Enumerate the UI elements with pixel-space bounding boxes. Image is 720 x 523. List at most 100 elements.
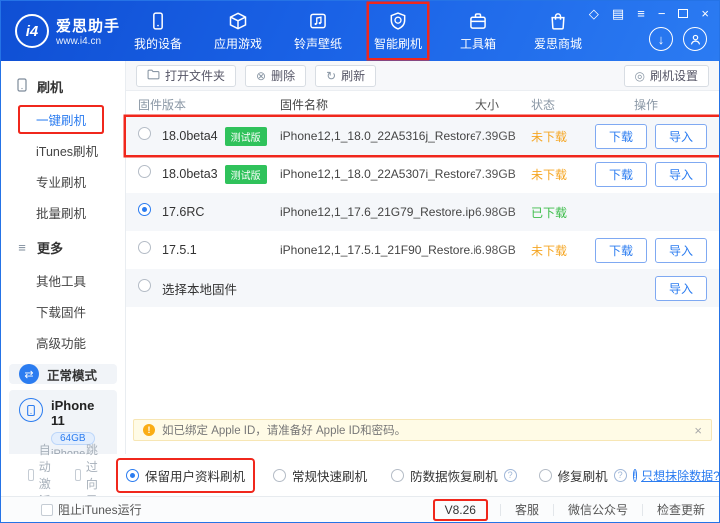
option-keep-user-data[interactable]: 保留用户资料刷机 (118, 460, 253, 491)
nav-label: 智能刷机 (374, 35, 422, 52)
firmware-row-17.6RC[interactable]: 17.6RC iPhone12,1_17.6_21G79_Restore.ips… (126, 193, 719, 231)
user-account-icon[interactable] (683, 27, 707, 51)
firmware-version: 18.0beta4 (162, 129, 218, 143)
help-icon[interactable]: ? (614, 469, 627, 482)
firmware-size: 7.39GB (475, 129, 531, 143)
sidebar-item-itunes-flash[interactable]: iTunes刷机 (1, 135, 125, 166)
open-folder-button[interactable]: 打开文件夹 (136, 65, 236, 87)
button-label: 刷机设置 (650, 67, 698, 84)
maximize-button[interactable] (678, 9, 688, 18)
option-label: 防数据恢复刷机 (410, 466, 498, 485)
settings-icon: ◎ (635, 70, 645, 82)
firmware-status: 未下载 (531, 128, 585, 145)
nav-apps-games[interactable]: 应用游戏 (209, 4, 267, 58)
check-update-link[interactable]: 检查更新 (657, 501, 705, 518)
wechat-official-link[interactable]: 微信公众号 (568, 501, 628, 518)
option-anti-data-recovery-flash[interactable]: 防数据恢复刷机 ? (391, 466, 517, 485)
info-icon[interactable]: ! (633, 469, 638, 482)
erase-data-link[interactable]: 只想抹除数据? (641, 467, 720, 484)
radio-unselected[interactable] (138, 127, 151, 140)
device-phone-icon (19, 398, 43, 422)
app-url: www.i4.cn (56, 36, 120, 47)
help-icon[interactable]: ? (504, 469, 517, 482)
radio-selected (126, 469, 139, 482)
nav-label: 铃声壁纸 (294, 35, 342, 52)
app-logo: i4 爱思助手 www.i4.cn (1, 14, 127, 48)
apple-id-notice: ! 如已绑定 Apple ID，请准备好 Apple ID和密码。 × (133, 419, 712, 441)
column-version: 固件版本 (138, 96, 280, 113)
firmware-filename: iPhone12,1_18.0_22A5316j_Restore.ipsw (280, 129, 475, 143)
firmware-filename: iPhone12,1_17.5.1_21F90_Restore.ipsw (280, 243, 475, 257)
download-button[interactable]: 下载 (595, 162, 647, 187)
nav-smart-flash[interactable]: 智能刷机 (369, 4, 427, 58)
app-header: i4 爱思助手 www.i4.cn 我的设备 应用游戏 (1, 1, 719, 61)
option-repair-flash[interactable]: 修复刷机 ? (539, 466, 627, 485)
menu-icon[interactable]: ≡ (637, 7, 645, 20)
import-button[interactable]: 导入 (655, 276, 707, 301)
shield-refresh-icon (388, 11, 408, 31)
section-title: 更多 (37, 238, 63, 257)
divider (642, 504, 643, 516)
firmware-row-18.0beta3[interactable]: 18.0beta3 测试版 iPhone12,1_18.0_22A5307i_R… (126, 155, 719, 193)
block-itunes-checkbox[interactable]: 阻止iTunes运行 (41, 501, 142, 518)
device-mode-card[interactable]: ⇄ 正常模式 (9, 364, 117, 384)
nav-label: 应用游戏 (214, 35, 262, 52)
download-manager-icon[interactable]: ↓ (649, 27, 673, 51)
nav-store[interactable]: 爱思商城 (529, 4, 587, 58)
column-size: 大小 (475, 96, 531, 113)
nav-label: 工具箱 (460, 35, 496, 52)
download-button[interactable]: 下载 (595, 124, 647, 149)
customer-service-link[interactable]: 客服 (515, 501, 539, 518)
import-button[interactable]: 导入 (655, 162, 707, 187)
nav-ringtones-wallpapers[interactable]: 铃声壁纸 (289, 4, 347, 58)
notice-text: 如已绑定 Apple ID，请准备好 Apple ID和密码。 (162, 422, 406, 438)
sidebar: 刷机 一键刷机 iTunes刷机 专业刷机 批量刷机 ≡ 更多 其他工具 下载固… (1, 61, 126, 454)
radio-unselected[interactable] (138, 241, 151, 254)
firmware-status: 已下载 (531, 204, 585, 221)
option-label: 常规快速刷机 (292, 466, 367, 485)
divider (500, 504, 501, 516)
theme-icon[interactable]: ◇ (589, 7, 599, 20)
refresh-button[interactable]: ↻ 刷新 (315, 65, 376, 87)
sidebar-item-batch-flash[interactable]: 批量刷机 (1, 197, 125, 228)
radio-unselected[interactable] (138, 279, 151, 292)
folder-icon (147, 69, 160, 82)
delete-button[interactable]: ⊗ 删除 (245, 65, 306, 87)
firmware-filename: iPhone12,1_17.6_21G79_Restore.ipsw (280, 205, 475, 219)
import-button[interactable]: 导入 (655, 238, 707, 263)
column-action: 操作 (585, 96, 707, 113)
import-button[interactable]: 导入 (655, 124, 707, 149)
nav-label: 爱思商城 (534, 35, 582, 52)
feedback-note-icon[interactable]: ▤ (612, 7, 624, 20)
radio-selected[interactable] (138, 203, 151, 216)
sidebar-item-pro-flash[interactable]: 专业刷机 (1, 166, 125, 197)
section-title: 刷机 (37, 77, 63, 96)
checkbox-icon (41, 504, 53, 516)
sidebar-item-advanced-features[interactable]: 高级功能 (1, 327, 125, 358)
firmware-row-local[interactable]: 选择本地固件 导入 (126, 269, 719, 307)
option-label: 保留用户资料刷机 (145, 466, 245, 485)
sidebar-item-other-tools[interactable]: 其他工具 (1, 265, 125, 296)
sidebar-item-one-click-flash[interactable]: 一键刷机 (1, 104, 125, 135)
nav-toolbox[interactable]: 工具箱 (449, 4, 507, 58)
firmware-status: 未下载 (531, 242, 585, 259)
minimize-button[interactable]: − (658, 7, 666, 20)
close-button[interactable]: × (701, 7, 709, 20)
flash-options-band: 自动激活 跳过向导 保留用户资料刷机 常规快速刷机 防数据恢复刷机 ? 修复刷机… (1, 454, 719, 496)
download-button[interactable]: 下载 (595, 238, 647, 263)
firmware-row-18.0beta4[interactable]: 18.0beta4 测试版 iPhone12,1_18.0_22A5316j_R… (126, 117, 719, 155)
radio-unselected[interactable] (138, 165, 151, 178)
nav-my-devices[interactable]: 我的设备 (129, 4, 187, 58)
sidebar-item-download-firmware[interactable]: 下载固件 (1, 296, 125, 327)
phone-icon (15, 78, 29, 95)
flash-settings-button[interactable]: ◎ 刷机设置 (624, 65, 710, 87)
notice-close-icon[interactable]: × (694, 423, 702, 438)
button-label: 刷新 (341, 67, 365, 84)
button-label: 删除 (271, 67, 295, 84)
firmware-status: 未下载 (531, 166, 585, 183)
refresh-icon: ↻ (326, 70, 336, 82)
table-header: 固件版本 固件名称 大小 状态 操作 (126, 91, 719, 117)
firmware-row-17.5.1[interactable]: 17.5.1 iPhone12,1_17.5.1_21F90_Restore.i… (126, 231, 719, 269)
firmware-toolbar: 打开文件夹 ⊗ 删除 ↻ 刷新 ◎ 刷机设置 (126, 61, 719, 91)
option-normal-fast-flash[interactable]: 常规快速刷机 (273, 466, 367, 485)
